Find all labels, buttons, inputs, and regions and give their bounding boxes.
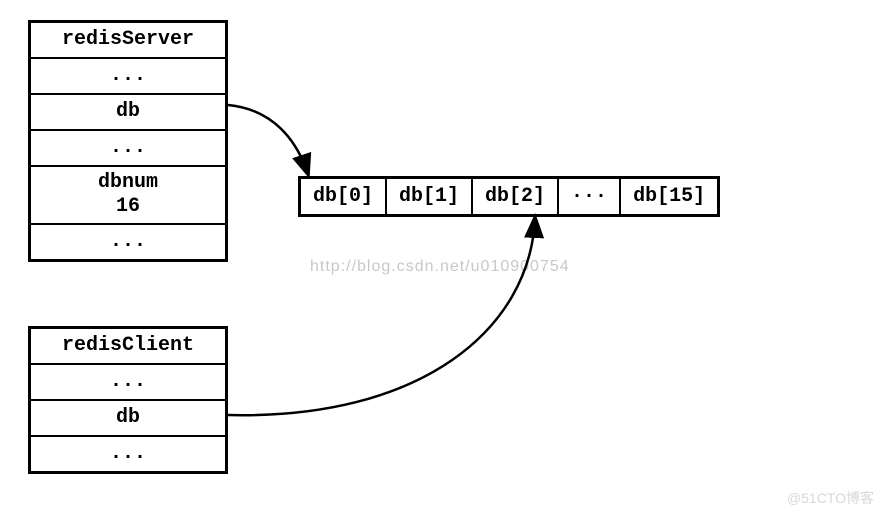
cto-watermark: @51CTO博客 [787,488,874,508]
struct-title: redisClient [31,329,225,363]
arrow-client-to-array [228,218,535,415]
struct-row: ... [31,223,225,259]
array-cell: db[2] [471,179,557,214]
csdn-watermark: http://blog.csdn.net/u010900754 [310,258,570,276]
struct-row: ... [31,363,225,399]
struct-title: redisServer [31,23,225,57]
struct-row: ... [31,435,225,471]
arrow-server-to-array [228,105,308,174]
struct-row-db: db [31,93,225,129]
db-array: db[0] db[1] db[2] ··· db[15] [298,176,720,217]
array-cell-ellipsis: ··· [557,179,619,214]
struct-row: ... [31,129,225,165]
struct-row-db: db [31,399,225,435]
struct-row: ... [31,57,225,93]
redis-server-struct: redisServer ... db ... dbnum16 ... [28,20,228,262]
struct-row-dbnum: dbnum16 [31,165,225,223]
array-cell: db[15] [619,179,717,214]
array-cell: db[1] [385,179,471,214]
redis-client-struct: redisClient ... db ... [28,326,228,474]
array-cell: db[0] [301,179,385,214]
